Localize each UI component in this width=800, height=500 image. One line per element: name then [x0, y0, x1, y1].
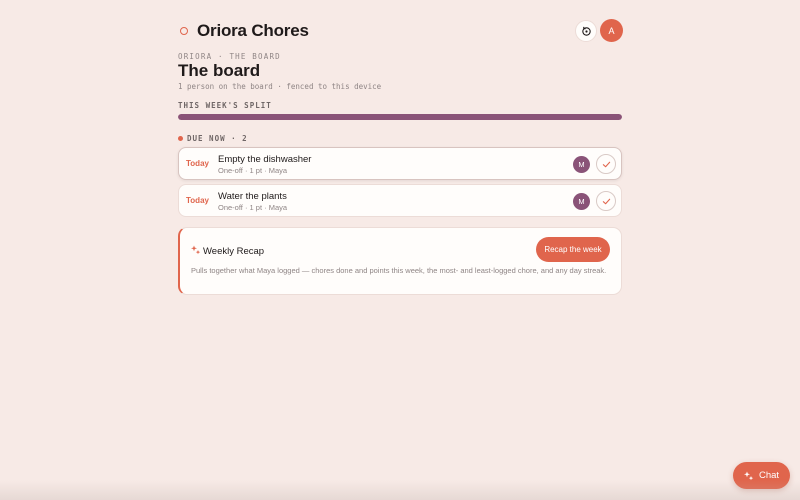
recap-the-week-button[interactable]: Recap the week	[536, 237, 610, 262]
check-icon	[602, 161, 610, 167]
bottom-fade	[0, 480, 800, 500]
breadcrumb: ORIORA · THE BOARD	[178, 52, 281, 61]
chore-meta: One-off · 1 pt · Maya	[218, 203, 288, 212]
sync-button[interactable]	[575, 20, 597, 42]
ring-icon	[180, 27, 188, 35]
chore-due-label: Today	[186, 159, 209, 168]
chore-meta: One-off · 1 pt · Maya	[218, 166, 288, 175]
chore-title: Water the plants	[218, 191, 287, 202]
assignee-avatar: M	[573, 193, 590, 210]
recap-title: Weekly Recap	[203, 246, 265, 257]
sync-icon	[581, 26, 591, 36]
page-subtitle: 1 person on the board · fenced to this d…	[178, 82, 382, 91]
sparkle-icon	[191, 245, 201, 255]
weekly-recap-card: Weekly Recap Recap the week Pulls togeth…	[178, 227, 622, 295]
assignee-avatar: M	[573, 156, 590, 173]
due-now-heading: DUE NOW · 2	[178, 133, 248, 143]
page-title: The board	[178, 61, 261, 80]
sparkle-icon	[743, 471, 754, 480]
check-icon	[602, 198, 610, 204]
due-now-label: DUE NOW · 2	[187, 133, 248, 143]
app-title: Oriora Chores	[197, 21, 309, 40]
chore-title: Empty the dishwasher	[218, 154, 312, 165]
recap-description: Pulls together what Maya logged — chores…	[191, 266, 607, 275]
user-avatar[interactable]: A	[600, 19, 623, 42]
chore-item[interactable]: Today Water the plants One-off · 1 pt · …	[178, 184, 622, 217]
chore-due-label: Today	[186, 196, 209, 205]
split-bar	[178, 114, 622, 120]
status-dot-icon	[178, 135, 183, 141]
app-header: Oriora Chores A	[178, 19, 623, 43]
complete-chore-button[interactable]	[596, 154, 616, 174]
complete-chore-button[interactable]	[596, 191, 616, 211]
split-bar-fill-maya	[178, 114, 622, 120]
chore-item[interactable]: Today Empty the dishwasher One-off · 1 p…	[178, 147, 622, 180]
split-label: THIS WEEK'S SPLIT	[178, 101, 272, 110]
